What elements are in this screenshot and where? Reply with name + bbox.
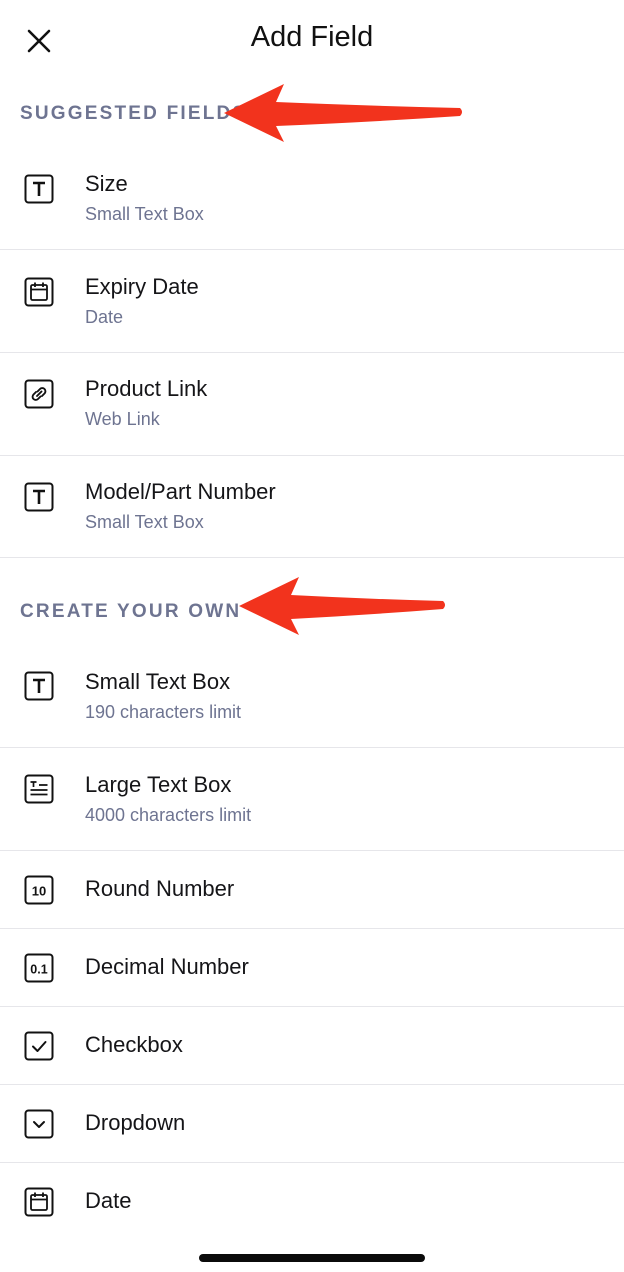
link-icon xyxy=(24,379,54,409)
list-item-large-text-box[interactable]: Large Text Box 4000 characters limit xyxy=(0,748,624,851)
list-item-product-link[interactable]: Product Link Web Link xyxy=(0,353,624,456)
svg-text:10: 10 xyxy=(32,884,46,899)
large-text-icon xyxy=(24,774,54,804)
list-item-date[interactable]: Date xyxy=(0,1163,624,1241)
calendar-icon xyxy=(24,1187,54,1217)
list-item-small-text-box[interactable]: Small Text Box 190 characters limit xyxy=(0,645,624,748)
list-item-subtitle: 4000 characters limit xyxy=(85,805,252,825)
list-item-subtitle: Web Link xyxy=(85,409,160,429)
list-item-label: Small Text Box xyxy=(85,669,231,694)
home-indicator[interactable] xyxy=(199,1254,425,1262)
list-item-decimal-number[interactable]: 0.1 Decimal Number xyxy=(0,929,624,1007)
list-item-label: Large Text Box xyxy=(85,772,232,797)
list-item-round-number[interactable]: 10 Round Number xyxy=(0,851,624,929)
list-item-label: Date xyxy=(85,1188,132,1213)
list-item-dropdown[interactable]: Dropdown xyxy=(0,1085,624,1163)
annotation-arrow-icon xyxy=(224,84,462,142)
list-item-model-part-number[interactable]: Model/Part Number Small Text Box xyxy=(0,456,624,558)
list-item-label: Dropdown xyxy=(85,1110,186,1135)
list-item-expiry-date[interactable]: Expiry Date Date xyxy=(0,250,624,353)
list-item-label: Decimal Number xyxy=(85,954,249,979)
decimal-number-icon: 0.1 xyxy=(24,953,54,983)
header: Add Field xyxy=(0,0,624,84)
list-item-label: Expiry Date xyxy=(85,274,199,299)
list-item-label: Checkbox xyxy=(85,1032,183,1057)
list-item-size[interactable]: Size Small Text Box xyxy=(0,146,624,250)
text-box-icon xyxy=(24,482,54,512)
section-header-suggested: SUGGESTED FIELDS xyxy=(20,103,248,124)
list-item-subtitle: Date xyxy=(85,307,124,327)
text-box-icon xyxy=(24,671,54,701)
page-title: Add Field xyxy=(250,21,374,53)
checkbox-icon xyxy=(24,1031,54,1061)
list-item-subtitle: 190 characters limit xyxy=(85,702,242,722)
round-number-icon: 10 xyxy=(24,875,54,905)
list-item-label: Model/Part Number xyxy=(85,479,276,504)
svg-text:0.1: 0.1 xyxy=(30,963,47,977)
list-item-label: Size xyxy=(85,171,128,196)
dropdown-icon xyxy=(24,1109,54,1139)
list-item-subtitle: Small Text Box xyxy=(85,512,204,532)
list-item-checkbox[interactable]: Checkbox xyxy=(0,1007,624,1085)
list-item-label: Round Number xyxy=(85,876,235,901)
list-item-subtitle: Small Text Box xyxy=(85,204,204,224)
section-header-create: CREATE YOUR OWN xyxy=(20,601,242,622)
calendar-icon xyxy=(24,277,54,307)
annotation-arrow-icon xyxy=(239,577,445,635)
list-item-label: Product Link xyxy=(85,376,208,401)
text-box-icon xyxy=(24,174,54,204)
